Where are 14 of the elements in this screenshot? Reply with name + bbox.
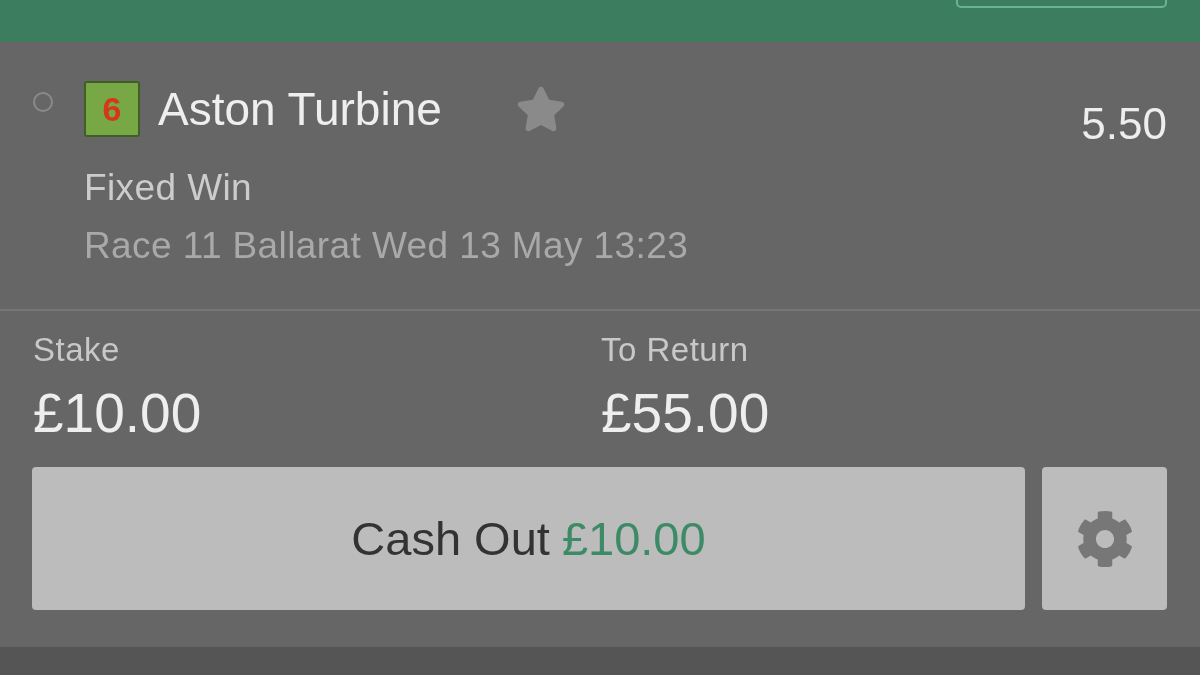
runner-name: Aston Turbine [158, 82, 442, 136]
return-label: To Return [601, 330, 750, 370]
bet-type: Fixed Win [84, 166, 254, 210]
radio-icon[interactable] [33, 92, 53, 112]
saddle-cloth-number: 6 [84, 81, 140, 137]
odds: 5.50 [1081, 99, 1167, 149]
stake-label: Stake [33, 330, 121, 370]
star-icon[interactable] [515, 85, 566, 133]
return-value: £55.00 [601, 383, 771, 443]
stake-value: £10.00 [33, 383, 203, 443]
gear-icon [1075, 509, 1134, 568]
race-details: Race 11 Ballarat Wed 13 May 13:23 [84, 224, 690, 268]
cash-out-button[interactable]: Cash Out £10.00 [32, 467, 1025, 610]
settings-button[interactable] [1042, 467, 1167, 610]
